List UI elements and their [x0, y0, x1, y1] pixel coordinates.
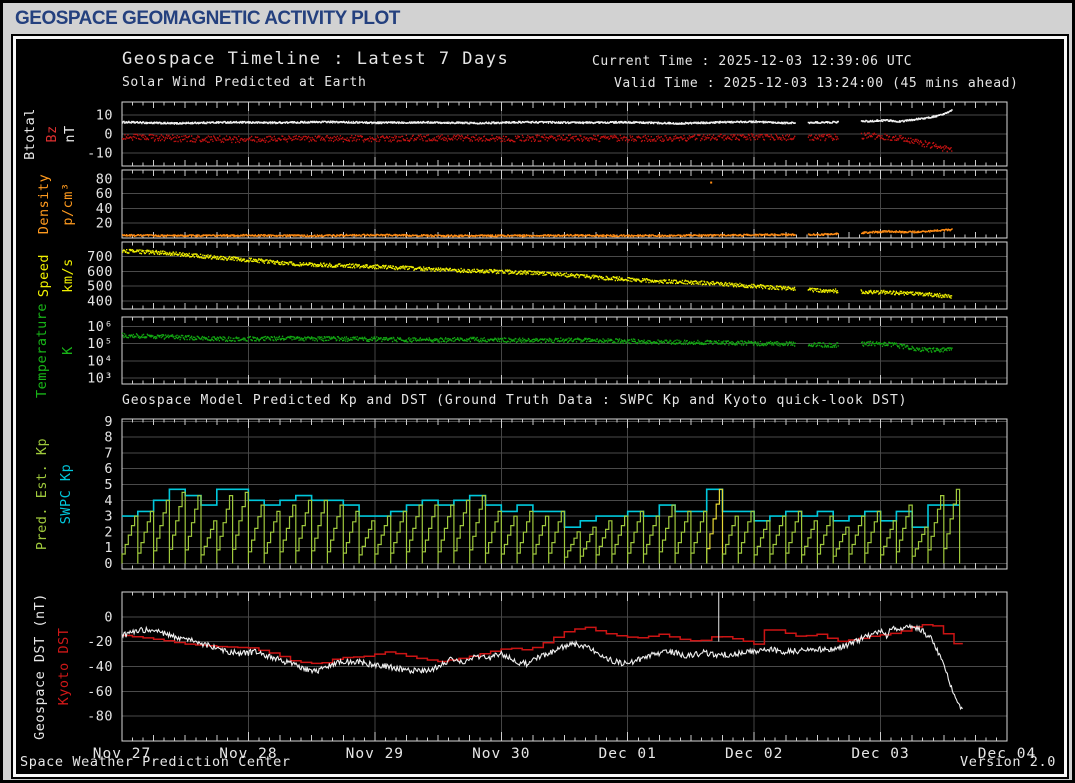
axis-label-kp: SWPC Kp — [58, 464, 74, 524]
ytick-label-dst: -40 — [87, 659, 113, 675]
x-axis-label: Dec 02 — [725, 746, 783, 762]
axis-label-dst: Kyoto DST — [56, 628, 72, 706]
source-credit: Space Weather Prediction Center — [20, 754, 291, 770]
ytick-label-kp: 6 — [104, 461, 113, 477]
ytick-label-temp: 10⁶ — [87, 319, 113, 335]
panel-speed: 700600500400 Speed km/s — [36, 241, 1008, 310]
ytick-label-density: 60 — [96, 186, 113, 202]
axis-label-speed: km/s — [60, 258, 76, 293]
axis-label-imf: nT — [62, 125, 78, 142]
version-label: Version 2.0 — [959, 754, 1056, 770]
ytick-label-speed: 700 — [87, 249, 113, 265]
series-temperature-log10-k- — [122, 332, 953, 353]
valid-time: Valid Time : 2025-12-03 13:24:00 (45 min… — [614, 76, 1019, 91]
x-axis-label: Dec 01 — [599, 746, 657, 762]
axis-label-kp: Pred. Est. Kp — [34, 438, 50, 550]
series-btotal — [122, 109, 953, 125]
page: { "page": { "title": "GEOSPACE GEOMAGNET… — [0, 0, 1075, 783]
ytick-label-kp: 0 — [104, 556, 113, 572]
ytick-label-density: 80 — [96, 171, 113, 187]
ytick-label-kp: 1 — [104, 540, 113, 556]
panel-kp: 9876543210 Pred. Est. Kp SWPC Kp — [34, 414, 1008, 572]
axis-label-imf: Btotal — [22, 108, 38, 160]
plot-frame: 10 0 -10 Btotal Bz nT 80 60 40 20 Density p/cm³ 700 6… — [11, 34, 1069, 779]
plot-title: Geospace Timeline : Latest 7 Days — [122, 49, 510, 69]
x-axis-label: Nov 30 — [472, 746, 530, 762]
ytick-label-temp: 10³ — [87, 370, 113, 386]
geospace-plot: 10 0 -10 Btotal Bz nT 80 60 40 20 Density p/cm³ 700 6… — [16, 39, 1064, 774]
kp-dst-section-title: Geospace Model Predicted Kp and DST (Gro… — [122, 393, 908, 408]
axis-label-dst: Geospace DST (nT) — [32, 593, 48, 740]
ytick-label-kp: 3 — [104, 509, 113, 525]
panel-temp-ticks — [132, 317, 997, 384]
x-axis-label: Dec 03 — [851, 746, 909, 762]
ytick-label-dst: -60 — [87, 684, 113, 700]
ytick-label-kp: 4 — [104, 493, 113, 509]
panel-speed-ticks — [132, 242, 997, 309]
panel-dst: 0 -20 -40 -60 -80 Geospace DST (nT) Kyoto DST — [32, 591, 1008, 742]
axis-label-imf: Bz — [44, 125, 60, 142]
ytick-label-kp: 2 — [104, 524, 113, 540]
ytick-label-density: 20 — [96, 216, 113, 232]
ytick-label-imf: 0 — [104, 127, 113, 143]
panel-density-ticks — [132, 170, 997, 238]
ytick-label-kp: 5 — [104, 477, 113, 493]
ytick-label-kp: 7 — [104, 445, 113, 461]
panel-density: 80604020 Density p/cm³ — [36, 169, 1008, 239]
panel-speed-border — [121, 241, 1008, 310]
panel-imf: 10 0 -10 Btotal Bz nT — [22, 101, 1008, 167]
series-bz — [122, 132, 953, 153]
page-title: GEOSPACE GEOMAGNETIC ACTIVITY PLOT — [15, 8, 400, 29]
current-time: Current Time : 2025-12-03 12:39:06 UTC — [592, 54, 913, 69]
series-swpc-kp — [122, 488, 960, 528]
ytick-label-temp: 10⁴ — [87, 353, 113, 369]
ytick-label-imf: 10 — [96, 108, 113, 124]
ytick-label-speed: 400 — [87, 293, 113, 309]
panel-temp: 10⁶10⁵10⁴10³ Temperature K — [34, 303, 1008, 398]
axis-label-speed: Speed — [36, 254, 52, 297]
panel-temp-border — [121, 316, 1008, 385]
ytick-label-dst: 0 — [104, 609, 113, 625]
ytick-label-speed: 500 — [87, 279, 113, 295]
ytick-label-temp: 10⁵ — [87, 336, 113, 352]
ytick-label-dst: -20 — [87, 634, 113, 650]
ytick-label-kp: 8 — [104, 430, 113, 446]
panel-density-border — [121, 169, 1008, 239]
ytick-label-speed: 600 — [87, 264, 113, 280]
ytick-label-imf: -10 — [87, 145, 113, 161]
axis-label-density: Density — [36, 174, 52, 234]
ytick-label-density: 40 — [96, 201, 113, 217]
ytick-label-kp: 9 — [104, 414, 113, 430]
axis-label-density: p/cm³ — [60, 182, 76, 225]
ytick-label-dst: -80 — [87, 709, 113, 725]
axis-label-temp: K — [60, 346, 76, 355]
axis-label-temp: Temperature — [34, 303, 50, 398]
solar-wind-subtitle: Solar Wind Predicted at Earth — [122, 75, 367, 90]
x-axis-label: Nov 29 — [346, 746, 404, 762]
